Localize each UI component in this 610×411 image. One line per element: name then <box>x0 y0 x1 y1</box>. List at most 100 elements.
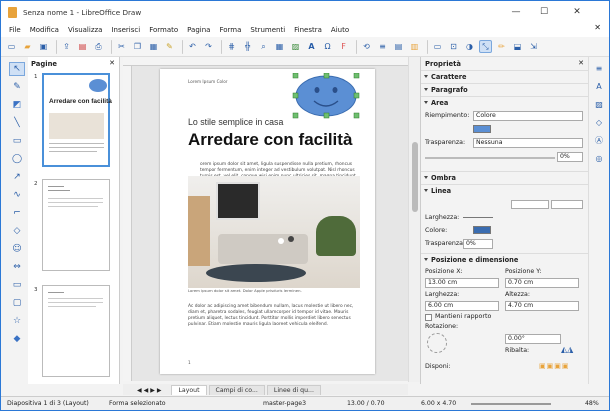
table-icon[interactable]: ▦ <box>273 40 286 53</box>
rotation-field[interactable]: 0.00° <box>505 334 561 344</box>
tab-layout[interactable]: Layout <box>171 385 207 395</box>
line-width-preview[interactable] <box>463 217 493 218</box>
align-icon[interactable]: ≡ <box>376 40 389 53</box>
shadow-icon[interactable]: ▭ <box>431 40 444 53</box>
height-field[interactable]: 4.70 cm <box>505 301 579 311</box>
menu-inserisci[interactable]: Inserisci <box>111 26 140 34</box>
transparency-pct[interactable]: 0% <box>557 152 583 162</box>
menu-forma[interactable]: Forma <box>219 26 241 34</box>
shapes-deck-icon[interactable]: ◇ <box>593 116 606 129</box>
flowchart-icon[interactable]: ▭ <box>9 278 25 292</box>
status-master[interactable]: master-page3 <box>263 400 306 407</box>
menu-finestra[interactable]: Finestra <box>294 26 322 34</box>
menu-pagina[interactable]: Pagina <box>187 26 210 34</box>
transparency-select[interactable]: Nessuna <box>473 138 583 148</box>
vertical-scrollbar[interactable] <box>408 57 420 382</box>
textbox-icon[interactable]: A <box>305 40 318 53</box>
undo-icon[interactable]: ↶ <box>186 40 199 53</box>
fill-color-swatch[interactable] <box>473 125 491 133</box>
redo-icon[interactable]: ↷ <box>202 40 215 53</box>
points-icon[interactable]: ⤡ <box>479 40 492 53</box>
fill-color-icon[interactable]: ◩ <box>9 98 25 112</box>
section-ombra[interactable]: Ombra <box>421 171 588 184</box>
transform-icon[interactable]: ⟲ <box>360 40 373 53</box>
lines-arrows-icon[interactable]: ↗ <box>9 170 25 184</box>
minimize-icon[interactable]: — <box>503 1 529 23</box>
toggle-extrusion-icon[interactable]: ⬓ <box>511 40 524 53</box>
select-icon[interactable]: ↖ <box>9 62 25 76</box>
styles-deck-icon[interactable]: A <box>593 80 606 93</box>
page-thumbnail-1[interactable]: Arredare con facilità <box>42 73 112 167</box>
close-icon[interactable]: ✕ <box>564 1 590 23</box>
save-icon[interactable]: ▣ <box>37 40 50 53</box>
menu-formato[interactable]: Formato <box>149 26 178 34</box>
close-document-icon[interactable]: ✕ <box>594 23 601 32</box>
section-area[interactable]: Area <box>421 96 588 109</box>
open-icon[interactable]: ▰ <box>21 40 34 53</box>
line-transparency-field[interactable]: 0% <box>463 239 493 249</box>
line-style-select[interactable] <box>511 200 549 209</box>
body-paragraph-2[interactable]: Ac dolor ac adipiscing amet bibendum nul… <box>188 304 360 328</box>
section-linea[interactable]: Linea <box>421 184 588 197</box>
keep-ratio-checkbox[interactable] <box>425 314 432 321</box>
navigator-deck-icon[interactable]: ◎ <box>593 152 606 165</box>
drawing-canvas[interactable]: Lorem Ipsum Color Lo stile semplice in c… <box>132 66 408 381</box>
line-color-swatch[interactable] <box>473 226 491 234</box>
smiley-shape[interactable] <box>290 73 362 119</box>
section-carattere[interactable]: Carattere <box>421 70 588 83</box>
line-icon[interactable]: ╲ <box>9 116 25 130</box>
curve-icon[interactable]: ∿ <box>9 188 25 202</box>
fill-type-select[interactable]: Colore <box>473 111 583 121</box>
crop-icon[interactable]: ⊡ <box>447 40 460 53</box>
helplines-icon[interactable]: ╬ <box>241 40 254 53</box>
fontwork-icon[interactable]: F <box>337 40 350 53</box>
clone-icon[interactable]: ✎ <box>163 40 176 53</box>
special-char-icon[interactable]: Ω <box>321 40 334 53</box>
copy-icon[interactable]: ❐ <box>131 40 144 53</box>
arrow-style-select[interactable] <box>551 200 583 209</box>
fontwork-deck-icon[interactable]: Ⓐ <box>593 134 606 147</box>
page-thumbnail-2[interactable] <box>42 179 110 271</box>
zoom-icon[interactable]: ⌕ <box>257 40 270 53</box>
tab-nav-arrows-icon[interactable]: ◀◀▶▶ <box>137 387 163 394</box>
pdf-icon[interactable]: ▤ <box>76 40 89 53</box>
photo-caption[interactable]: Lorem ipsum dolor sit amet. Dolor Apple … <box>188 288 302 293</box>
pos-x-field[interactable]: 13.00 cm <box>425 278 499 288</box>
grid-icon[interactable]: ⋕ <box>225 40 238 53</box>
stars-icon[interactable]: ☆ <box>9 314 25 328</box>
menu-visualizza[interactable]: Visualizza <box>68 26 102 34</box>
paste-icon[interactable]: ▦ <box>147 40 160 53</box>
connector-icon[interactable]: ⌐ <box>9 206 25 220</box>
vertical-ruler[interactable] <box>123 66 132 381</box>
block-arrows-icon[interactable]: ⇔ <box>9 260 25 274</box>
filter-icon[interactable]: ◑ <box>463 40 476 53</box>
cut-icon[interactable]: ✂ <box>115 40 128 53</box>
properties-close-icon[interactable]: ✕ <box>578 59 584 67</box>
line-color-icon[interactable]: ✎ <box>9 80 25 94</box>
width-field[interactable]: 6.00 cm <box>425 301 499 311</box>
callouts-icon[interactable]: ▢ <box>9 296 25 310</box>
document-title[interactable]: Arredare con facilità <box>188 130 352 150</box>
rotation-dial[interactable] <box>427 333 447 353</box>
maximize-icon[interactable]: ☐ <box>531 1 557 23</box>
pages-close-icon[interactable]: ✕ <box>109 59 115 67</box>
arrange-icon[interactable]: ▤ <box>392 40 405 53</box>
print-icon[interactable]: ⎙ <box>92 40 105 53</box>
page-thumbnail-3[interactable] <box>42 285 110 377</box>
menu-strumenti[interactable]: Strumenti <box>250 26 285 34</box>
menu-file[interactable]: File <box>9 26 21 34</box>
distribute-icon[interactable]: ▥ <box>408 40 421 53</box>
section-paragrafo[interactable]: Paragrafo <box>421 83 588 96</box>
flip-icon[interactable]: ◭◮ <box>561 345 573 354</box>
new-icon[interactable]: ▭ <box>5 40 18 53</box>
horizontal-ruler[interactable] <box>123 57 408 66</box>
arrange-icons[interactable]: ▣▣▣▣ <box>539 362 569 370</box>
menu-aiuto[interactable]: Aiuto <box>331 26 349 34</box>
scroll-thumb[interactable] <box>412 142 418 212</box>
section-posizione[interactable]: Posizione e dimensione <box>421 253 588 266</box>
pos-y-field[interactable]: 0.70 cm <box>505 278 579 288</box>
glue-icon[interactable]: ✏ <box>495 40 508 53</box>
document-subtitle[interactable]: Lo stile semplice in casa <box>188 117 283 127</box>
basic-shapes-icon[interactable]: ◇ <box>9 224 25 238</box>
zoom-slider[interactable] <box>471 403 551 405</box>
